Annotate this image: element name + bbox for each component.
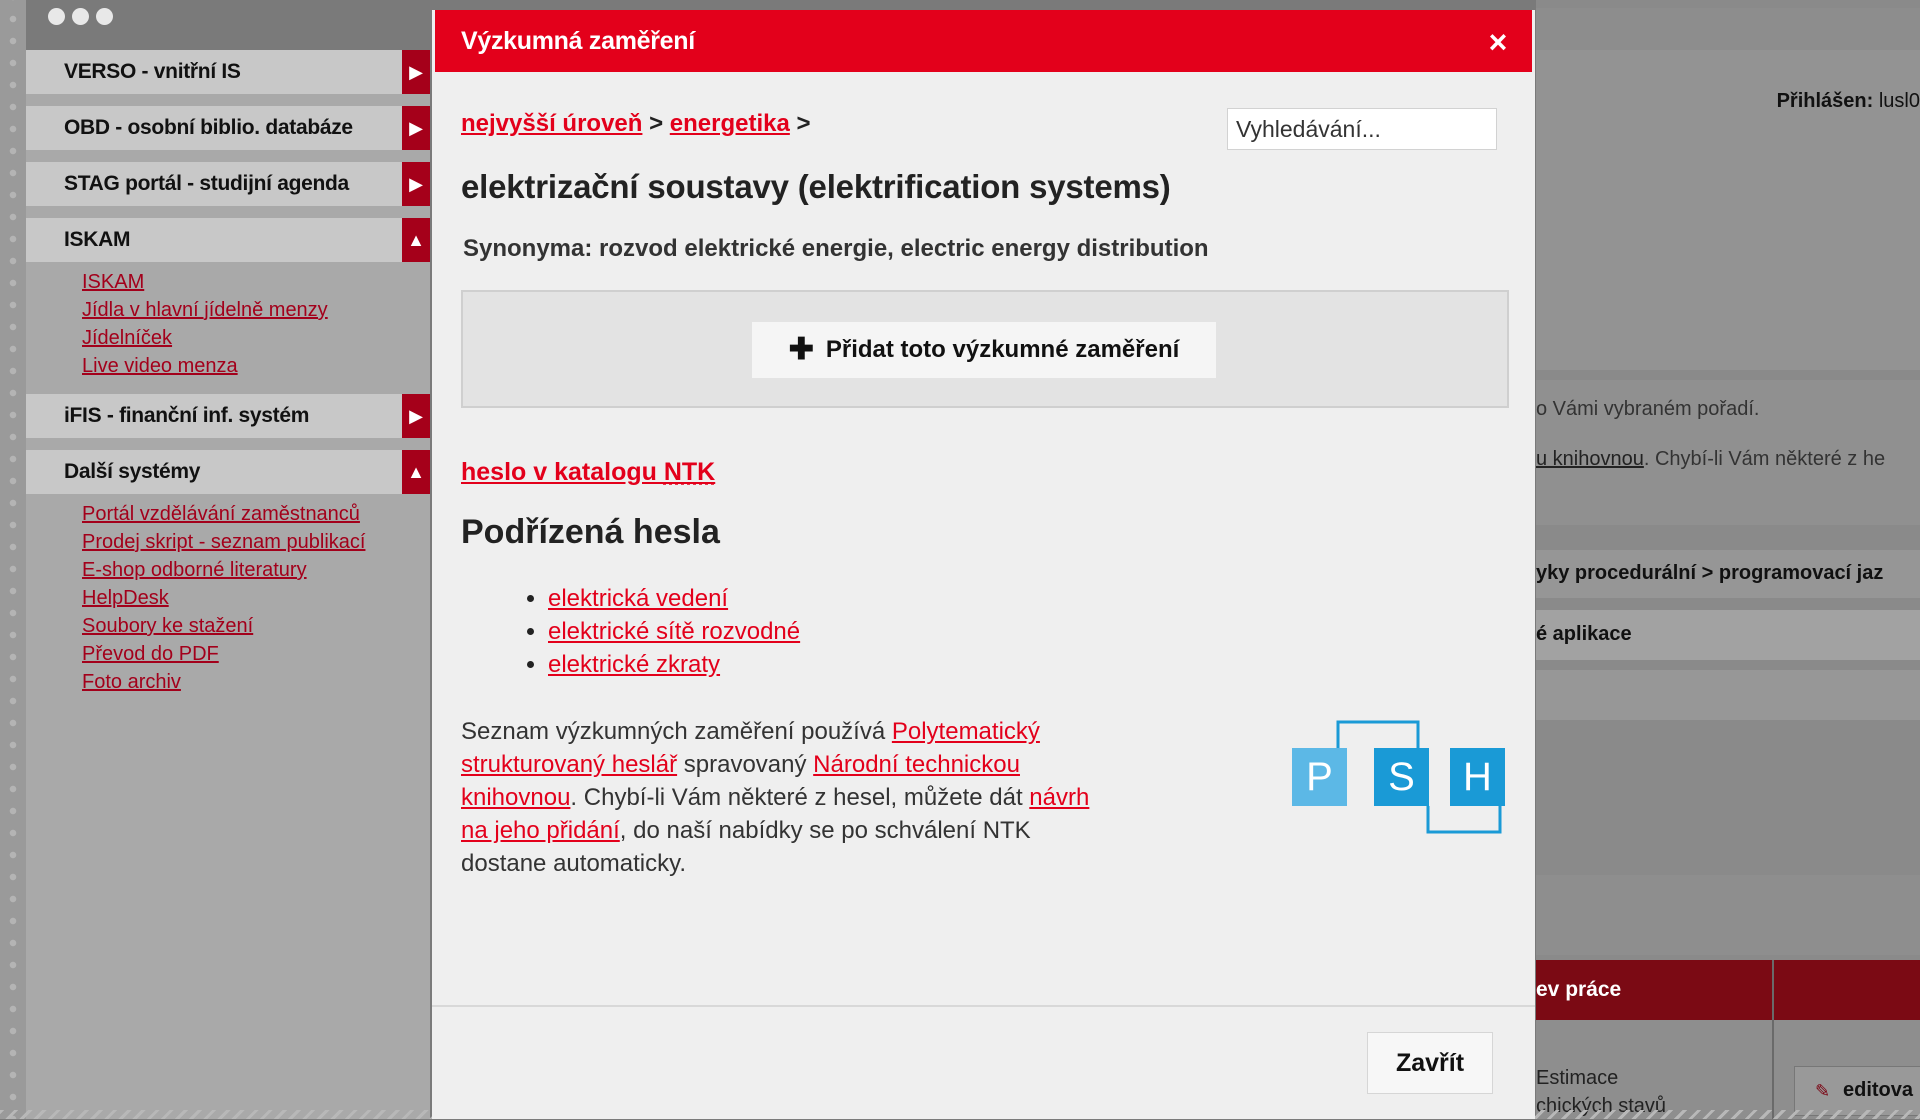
chevron-right-icon[interactable]: ▶ [402,162,430,206]
chevron-up-icon[interactable]: ▲ [402,218,430,262]
submenu-link[interactable]: Převod do PDF [82,640,430,668]
info-text: Seznam výzkumných zaměření používá Polyt… [461,715,1111,880]
menu-stag[interactable]: STAG portál - studijní agenda ▶ [26,162,430,206]
submenu-link[interactable]: Jídelníček [82,324,430,352]
add-research-focus-button[interactable]: ✚ Přidat toto výzkumné zaměření [752,322,1216,378]
submenu-link[interactable]: Live video menza [82,352,430,380]
bg-text-rest: . Chybí-li Vám některé z he [1643,448,1886,470]
menu-verso[interactable]: VERSO - vnitřní IS ▶ [26,50,430,94]
menu-dalsi[interactable]: Další systémy ▲ [26,450,430,494]
menu-label: ISKAM [64,228,131,251]
page-left-border [0,0,26,1119]
dialog-titlebar: Výzkumná zaměření × [435,10,1532,72]
submenu-dalsi: Portál vzdělávání zaměstnanců Prodej skr… [82,500,430,696]
menu-ifis[interactable]: iFIS - finanční inf. systém ▶ [26,394,430,438]
child-term-link[interactable]: elektrické sítě rozvodné [548,618,800,645]
bg-table-divider [1772,960,1774,1119]
background-content: Přihlášen: lusl0 o Vámi vybraném pořadí.… [1536,0,1920,1119]
close-icon[interactable]: × [1484,26,1512,58]
menu-label: VERSO - vnitřní IS [64,60,241,83]
synonyms: Synonyma: rozvod elektrické energie, ele… [463,235,1209,262]
login-user: lusl0 [1878,90,1920,112]
chevron-right-icon[interactable]: ▶ [402,394,430,438]
menu-label: STAG portál - studijní agenda [64,172,349,195]
add-box: ✚ Přidat toto výzkumné zaměření [461,290,1509,408]
bg-topbar [1536,8,1920,51]
menu-iskam[interactable]: ISKAM ▲ [26,218,430,262]
info-text-part: spravovaný [677,751,814,778]
logo-letter: S [1388,755,1415,799]
breadcrumb-separator: > [649,110,664,137]
sidebar: VERSO - vnitřní IS ▶ OBD - osobní biblio… [26,50,430,1119]
child-term-link[interactable]: elektrické zkraty [548,651,720,678]
menu-label: OBD - osobní biblio. databáze [64,116,353,139]
catalog-link[interactable]: heslo v katalogu NTK [461,458,715,487]
submenu-link[interactable]: E-shop odborné literatury [82,556,430,584]
submenu-link[interactable]: Prodej skript - seznam publikací [82,528,430,556]
edit-label: editova [1843,1079,1914,1101]
submenu-link[interactable]: Soubory ke stažení [82,612,430,640]
child-terms-list: elektrická vedení elektrické sítě rozvod… [520,582,800,681]
menu-label: Další systémy [64,460,201,483]
breadcrumb-top-level[interactable]: nejvyšší úroveň [461,110,642,137]
chevron-right-icon[interactable]: ▶ [402,50,430,94]
info-text-part: . Chybí-li Vám některé z hesel, můžete d… [570,784,1030,811]
logo-letter: P [1306,755,1333,799]
info-text-part: Seznam výzkumných zaměření používá [461,718,892,745]
ntk-abbr: NTK [663,458,716,486]
breadcrumb-energetika[interactable]: energetika [670,110,790,137]
submenu-link[interactable]: Foto archiv [82,668,430,696]
submenu-link[interactable]: HelpDesk [82,584,430,612]
bg-row [1536,875,1920,955]
chevron-right-icon[interactable]: ▶ [402,106,430,150]
chevron-up-icon[interactable]: ▲ [402,450,430,494]
catalog-link-text: heslo v katalogu [461,458,664,486]
bg-link[interactable]: u knihovnou [1536,448,1644,470]
topic-heading: elektrizační soustavy (elektrification s… [461,168,1171,205]
login-info: Přihlášen: lusl0 [1777,90,1920,113]
child-term-link[interactable]: elektrická vedení [548,585,728,612]
window-dots [48,8,113,25]
cell-line: Estimace [1536,1067,1619,1089]
breadcrumb: nejvyšší úroveň > energetika > [461,110,811,138]
bg-text: u knihovnou. Chybí-li Vám některé z he [1536,448,1885,471]
psh-logo: P S H [1292,720,1505,834]
bg-path: yky procedurální > programovací jaz [1536,562,1884,584]
submenu-link[interactable]: ISKAM [82,268,430,296]
submenu-iskam: ISKAM Jídla v hlavní jídelně menzy Jídel… [82,268,430,380]
bg-row-label: é aplikace [1536,623,1632,645]
breadcrumb-separator: > [796,110,811,137]
submenu-link[interactable]: Jídla v hlavní jídelně menzy [82,296,430,324]
bg-row [1536,670,1920,720]
submenu-link[interactable]: Portál vzdělávání zaměstnanců [82,500,430,528]
bg-table-header-label: ev práce [1536,978,1622,1001]
add-button-label: Přidat toto výzkumné zaměření [825,336,1180,363]
search-input[interactable] [1227,108,1497,150]
list-item: elektrická vedení [548,582,800,615]
pencil-icon: ✎ [1815,1081,1831,1101]
edit-button[interactable]: ✎ editova [1794,1066,1920,1116]
child-terms-heading: Podřízená hesla [461,513,720,551]
research-focus-dialog: Výzkumná zaměření × nejvyšší úroveň > en… [432,10,1535,1119]
logo-letter: H [1463,755,1492,799]
login-label: Přihlášen: [1776,90,1874,112]
menu-obd[interactable]: OBD - osobní biblio. databáze ▶ [26,106,430,150]
plus-icon: ✚ [788,333,814,366]
dialog-footer-divider [432,1005,1535,1007]
menu-label: iFIS - finanční inf. systém [64,404,310,427]
dialog-title: Výzkumná zaměření [461,26,695,55]
list-item: elektrické sítě rozvodné [548,615,800,648]
close-button[interactable]: Zavřít [1367,1032,1493,1094]
list-item: elektrické zkraty [548,648,800,681]
bg-text: o Vámi vybraném pořadí. [1536,398,1760,420]
